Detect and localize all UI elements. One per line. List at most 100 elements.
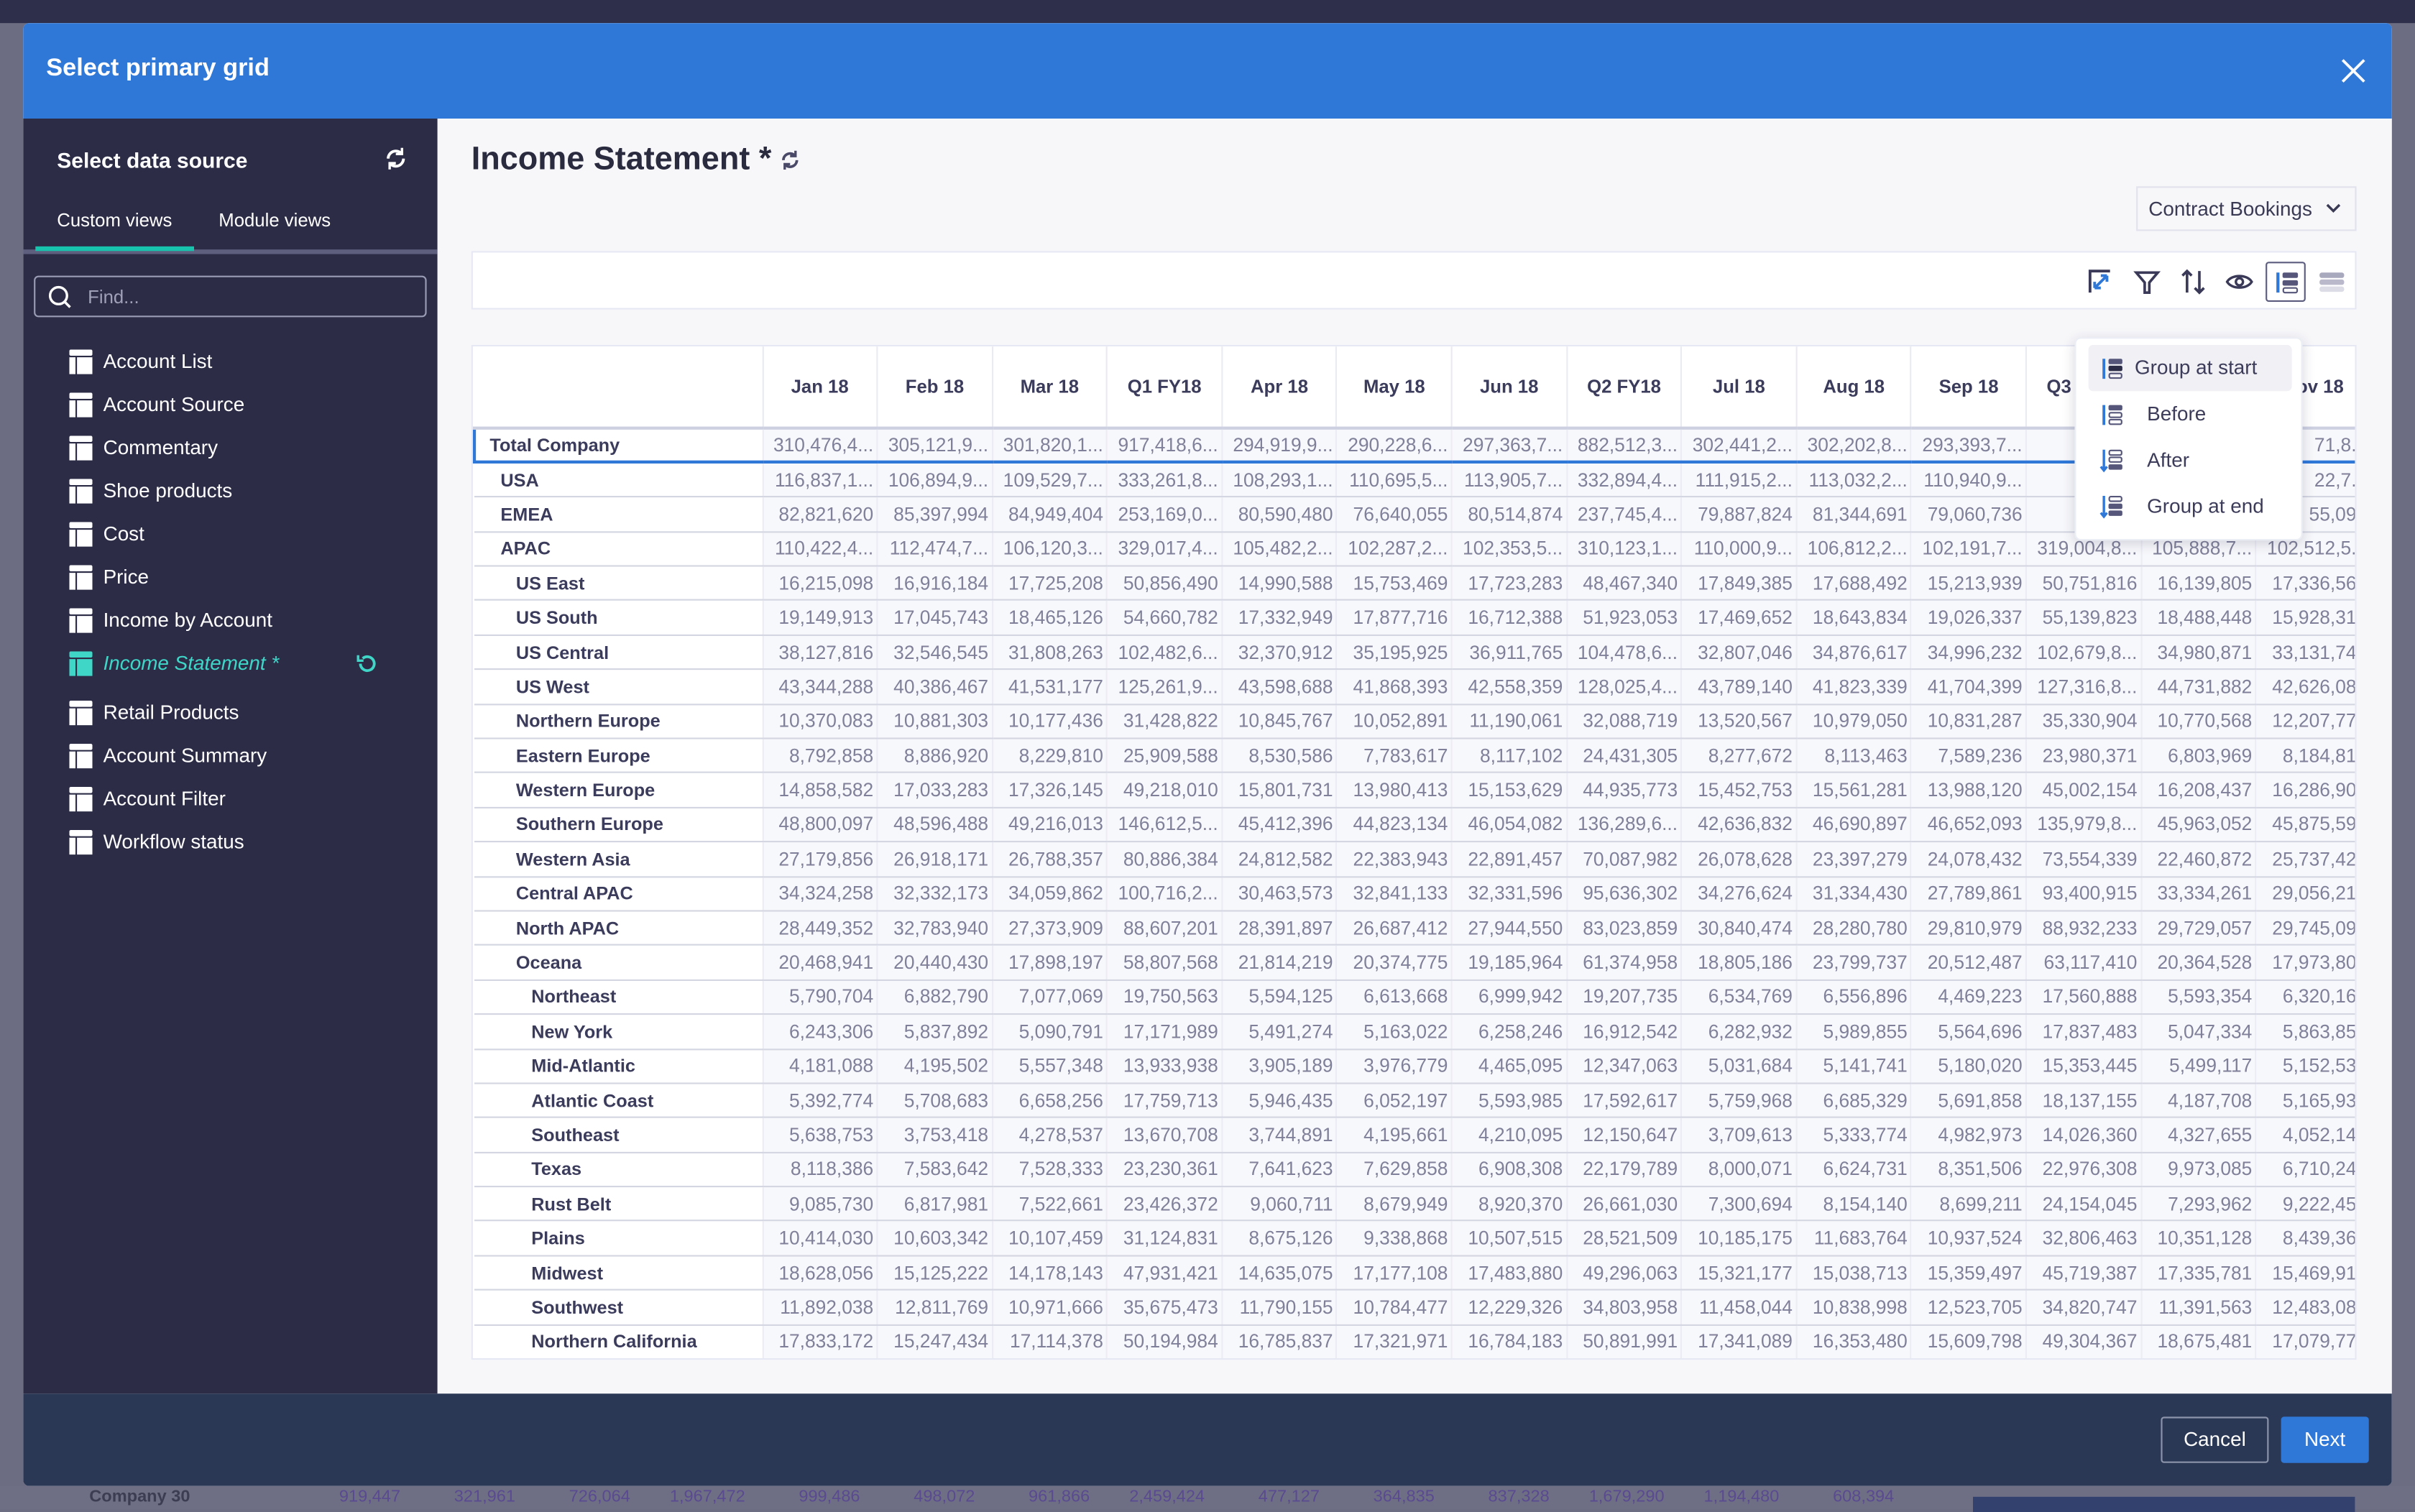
table-row[interactable]: Western Asia 27,179,856 26,918,171 26,788,3… <box>474 842 2355 877</box>
table-row[interactable]: Northern California 17,833,172 15,247,434 1… <box>474 1324 2355 1358</box>
row-label[interactable]: North APAC <box>474 911 763 946</box>
table-cell[interactable]: 5,499,117 <box>2140 1048 2257 1084</box>
table-cell[interactable]: 12,207,777 <box>2255 704 2355 739</box>
row-label[interactable]: Southeast <box>474 1117 763 1153</box>
table-cell[interactable]: 15,153,629 <box>1451 773 1568 808</box>
table-cell[interactable]: 31,808,263 <box>992 635 1108 670</box>
table-cell[interactable]: 108,293,1... <box>1222 462 1338 498</box>
table-cell[interactable]: 7,293,962 <box>2140 1186 2257 1222</box>
table-cell[interactable]: 42,626,088 <box>2255 669 2355 705</box>
table-cell[interactable]: 79,887,824 <box>1681 497 1798 533</box>
table-cell[interactable]: 253,169,0... <box>1107 497 1223 533</box>
table-cell[interactable]: 102,353,5... <box>1451 531 1568 567</box>
find-input[interactable] <box>88 283 412 311</box>
table-cell[interactable]: 5,837,892 <box>877 1014 993 1050</box>
menu-item-before[interactable]: Before <box>2101 391 2306 437</box>
table-cell[interactable]: 15,928,319 <box>2255 600 2355 636</box>
table-cell[interactable]: 5,163,022 <box>1336 1014 1453 1050</box>
table-cell[interactable]: 10,107,459 <box>992 1221 1108 1257</box>
table-cell[interactable]: 105,482,2... <box>1222 531 1338 567</box>
close-icon[interactable] <box>2337 54 2370 88</box>
menu-item-group-at-end[interactable]: Group at end <box>2099 484 2306 530</box>
table-cell[interactable]: 14,026,360 <box>2025 1117 2142 1153</box>
row-label[interactable]: Central APAC <box>474 876 763 912</box>
column-header[interactable]: Sep 18 <box>1911 346 2028 430</box>
table-cell[interactable]: 19,185,964 <box>1451 945 1568 981</box>
table-cell[interactable]: 7,522,661 <box>992 1186 1108 1222</box>
table-cell[interactable]: 4,465,095 <box>1451 1048 1568 1084</box>
sidebar-item[interactable]: Account Filter <box>23 778 437 821</box>
table-cell[interactable]: 17,321,971 <box>1336 1324 1453 1358</box>
table-cell[interactable]: 14,990,588 <box>1222 566 1338 601</box>
table-cell[interactable]: 19,149,913 <box>762 600 878 636</box>
table-cell[interactable]: 23,397,279 <box>1796 842 1913 877</box>
table-row[interactable]: Oceana 20,468,941 20,440,430 17,898,197 58,8… <box>474 945 2355 981</box>
sidebar-item[interactable]: Income by Account <box>23 599 437 642</box>
table-cell[interactable]: 16,215,098 <box>762 566 878 601</box>
table-cell[interactable]: 5,491,274 <box>1222 1014 1338 1050</box>
table-cell[interactable]: 14,635,075 <box>1222 1255 1338 1291</box>
table-cell[interactable]: 17,171,989 <box>1107 1014 1223 1050</box>
table-row[interactable]: Rust Belt 9,085,730 6,817,981 7,522,661 23,4… <box>474 1186 2355 1222</box>
table-cell[interactable]: 6,613,668 <box>1336 979 1453 1015</box>
table-cell[interactable]: 106,894,9... <box>877 462 993 498</box>
menu-item-after[interactable]: After <box>2099 438 2306 484</box>
table-cell[interactable]: 17,877,716 <box>1336 600 1453 636</box>
table-cell[interactable]: 34,803,958 <box>1566 1290 1683 1326</box>
table-cell[interactable]: 33,334,261 <box>2140 876 2257 912</box>
table-cell[interactable]: 23,426,372 <box>1107 1186 1223 1222</box>
table-cell[interactable]: 17,898,197 <box>992 945 1108 981</box>
row-label[interactable]: Western Asia <box>474 842 763 877</box>
table-row[interactable]: US Central 38,127,816 32,546,545 31,808,263… <box>474 635 2355 670</box>
table-cell[interactable]: 28,521,509 <box>1566 1221 1683 1257</box>
table-row[interactable]: Eastern Europe 8,792,858 8,886,920 8,229,81… <box>474 738 2355 774</box>
table-cell[interactable]: 23,799,737 <box>1796 945 1913 981</box>
table-cell[interactable]: 12,150,647 <box>1566 1117 1683 1153</box>
table-cell[interactable]: 17,341,089 <box>1681 1324 1798 1358</box>
table-cell[interactable]: 104,478,6... <box>1566 635 1683 670</box>
table-cell[interactable]: 11,790,155 <box>1222 1290 1338 1326</box>
table-cell[interactable]: 110,422,4... <box>762 531 878 567</box>
table-cell[interactable]: 10,971,666 <box>992 1290 1108 1326</box>
table-cell[interactable]: 41,823,339 <box>1796 669 1913 705</box>
table-row[interactable]: Northern Europe 10,370,083 10,881,303 10,17… <box>474 704 2355 739</box>
table-cell[interactable]: 10,784,477 <box>1336 1290 1453 1326</box>
table-cell[interactable]: 16,286,904 <box>2255 773 2355 808</box>
table-cell[interactable]: 17,336,560 <box>2255 566 2355 601</box>
table-cell[interactable]: 40,386,467 <box>877 669 993 705</box>
table-cell[interactable]: 25,909,588 <box>1107 738 1223 774</box>
table-cell[interactable]: 27,179,856 <box>762 842 878 877</box>
table-cell[interactable]: 13,670,708 <box>1107 1117 1223 1153</box>
table-cell[interactable]: 12,523,705 <box>1911 1290 2028 1326</box>
table-cell[interactable]: 31,428,822 <box>1107 704 1223 739</box>
table-cell[interactable]: 5,790,704 <box>762 979 878 1015</box>
table-cell[interactable]: 15,125,222 <box>877 1255 993 1291</box>
sidebar-item[interactable]: Account Summary <box>23 734 437 778</box>
table-cell[interactable]: 31,124,831 <box>1107 1221 1223 1257</box>
next-button[interactable]: Next <box>2281 1416 2369 1463</box>
row-label[interactable]: US South <box>474 600 763 636</box>
row-label[interactable]: Southern Europe <box>474 807 763 843</box>
table-cell[interactable]: 5,708,683 <box>877 1083 993 1119</box>
table-cell[interactable]: 28,280,780 <box>1796 911 1913 946</box>
table-cell[interactable]: 15,359,497 <box>1911 1255 2028 1291</box>
table-row[interactable]: Western Europe 14,858,582 17,033,283 17,326… <box>474 773 2355 808</box>
table-cell[interactable]: 79,060,736 <box>1911 497 2028 533</box>
column-header[interactable]: Q2 FY18 <box>1566 346 1683 430</box>
table-cell[interactable]: 43,598,688 <box>1222 669 1338 705</box>
table-cell[interactable]: 34,876,617 <box>1796 635 1913 670</box>
sidebar-item[interactable]: Shoe products <box>23 470 437 513</box>
table-cell[interactable]: 17,723,283 <box>1451 566 1568 601</box>
table-cell[interactable]: 31,334,430 <box>1796 876 1913 912</box>
table-cell[interactable]: 35,675,473 <box>1107 1290 1223 1326</box>
table-cell[interactable]: 293,393,7... <box>1911 426 2028 464</box>
show-hide-button[interactable] <box>2220 262 2260 302</box>
table-cell[interactable]: 333,261,8... <box>1107 462 1223 498</box>
table-cell[interactable]: 93,400,915 <box>2025 876 2142 912</box>
sidebar-item[interactable]: Income Statement * <box>23 642 437 686</box>
table-cell[interactable]: 8,277,672 <box>1681 738 1798 774</box>
table-row[interactable]: US South 19,149,913 17,045,743 18,465,126 54… <box>474 600 2355 636</box>
table-cell[interactable]: 24,154,045 <box>2025 1186 2142 1222</box>
table-cell[interactable]: 113,905,7... <box>1451 462 1568 498</box>
table-cell[interactable]: 46,690,897 <box>1796 807 1913 843</box>
